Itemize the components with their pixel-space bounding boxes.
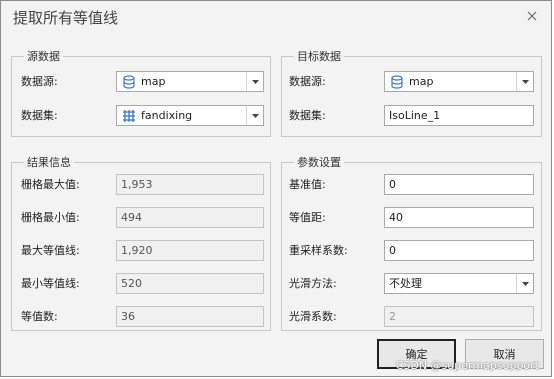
min-isoline-value: 520 [116,273,264,294]
interval-label: 等值距: [289,211,326,224]
database-icon [123,74,135,89]
dialog-title: 提取所有等值线 [13,9,119,27]
result-info-legend: 结果信息 [27,156,71,169]
target-data-legend: 目标数据 [297,50,341,63]
grid-dataset-icon [123,109,135,122]
extract-isolines-dialog: 提取所有等值线 源数据 数据源: map 数据集: fandixing 目标数据 [0,0,552,377]
base-value-input[interactable]: 0 [384,174,534,195]
source-datasource-value: map [141,75,166,88]
raster-min-label: 栅格最小值: [21,211,80,224]
watermark: CSDN @supermapsupport [395,359,539,372]
smooth-method-value: 不处理 [389,277,422,290]
max-isoline-label: 最大等值线: [21,244,80,257]
source-dataset-label: 数据集: [21,109,58,122]
source-dataset-value: fandixing [141,109,193,122]
raster-min-value: 494 [116,207,264,228]
source-datasource-label: 数据源: [21,75,58,88]
target-datasource-value: map [409,75,434,88]
smooth-method-select[interactable]: 不处理 [384,273,534,294]
close-button[interactable] [523,7,541,25]
raster-max-label: 栅格最大值: [21,178,80,191]
smooth-method-label: 光滑方法: [289,277,337,290]
source-data-legend: 源数据 [27,50,60,63]
target-dataset-input[interactable]: IsoLine_1 [384,105,534,126]
source-datasource-select[interactable]: map [116,71,264,92]
smooth-factor-label: 光滑系数: [289,310,337,323]
resample-label: 重采样系数: [289,244,348,257]
target-datasource-label: 数据源: [289,75,326,88]
min-isoline-label: 最小等值线: [21,277,80,290]
chevron-down-icon[interactable] [246,106,263,125]
isoline-count-label: 等值数: [21,310,58,323]
database-icon [391,74,403,89]
close-icon [527,11,537,21]
target-datasource-select[interactable]: map [384,71,534,92]
chevron-down-icon[interactable] [246,72,263,91]
raster-max-value: 1,953 [116,174,264,195]
target-dataset-label: 数据集: [289,109,326,122]
chevron-down-icon[interactable] [516,72,533,91]
parameter-settings-legend: 参数设置 [297,156,341,169]
isoline-count-value: 36 [116,306,264,327]
base-value-label: 基准值: [289,178,326,191]
resample-input[interactable]: 0 [384,240,534,261]
interval-input[interactable]: 40 [384,207,534,228]
smooth-factor-input[interactable]: 2 [384,306,534,327]
chevron-down-icon[interactable] [516,274,533,293]
max-isoline-value: 1,920 [116,240,264,261]
source-dataset-select[interactable]: fandixing [116,105,264,126]
